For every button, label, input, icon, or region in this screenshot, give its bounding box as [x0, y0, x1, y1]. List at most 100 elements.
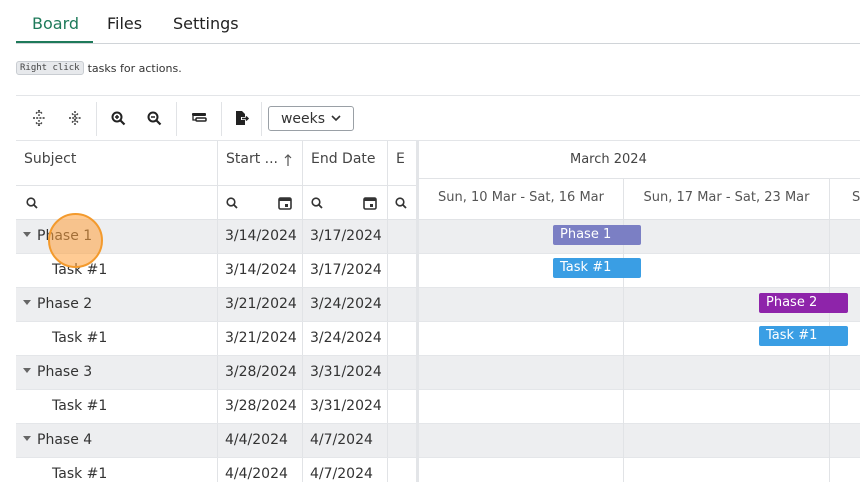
gantt-bar-task-2[interactable]: Task #1: [759, 326, 848, 346]
right-click-key: Right click: [16, 61, 84, 75]
table-row[interactable]: Task #1 4/4/2024 4/7/2024: [16, 458, 418, 482]
calendar-icon[interactable]: [363, 196, 377, 210]
extra-cell: [388, 220, 418, 253]
timeline-row: [419, 458, 860, 482]
table-row[interactable]: Phase 3 3/28/2024 3/31/2024: [16, 356, 418, 390]
end-date-filter[interactable]: [303, 186, 388, 220]
end-cell: 3/24/2024: [303, 322, 388, 355]
subject-cell: Phase 4: [16, 424, 218, 457]
start-cell: 3/21/2024: [218, 288, 303, 321]
expand-all-icon[interactable]: [28, 107, 50, 129]
zoom-level-select[interactable]: weeks: [268, 106, 354, 131]
table-row[interactable]: Task #1 3/14/2024 3/17/2024: [16, 254, 418, 288]
column-header-start[interactable]: Start ...: [218, 141, 303, 186]
table-row[interactable]: Task #1 3/21/2024 3/24/2024: [16, 322, 418, 356]
start-cell: 3/28/2024: [218, 390, 303, 423]
extra-cell: [388, 424, 418, 457]
active-tab-indicator: [16, 41, 93, 43]
context-menu-hint: Right click tasks for actions.: [16, 61, 182, 75]
end-cell: 4/7/2024: [303, 458, 388, 482]
caret-down-icon[interactable]: [23, 231, 31, 237]
start-cell: 4/4/2024: [218, 458, 303, 482]
extra-cell: [388, 458, 418, 482]
gantt-bar-phase-2[interactable]: Phase 2: [759, 293, 848, 313]
hint-text: tasks for actions.: [87, 61, 182, 75]
timeline-row: [419, 424, 860, 458]
column-header-end[interactable]: End Date: [303, 141, 388, 186]
search-icon: [395, 197, 407, 209]
extra-cell: [388, 254, 418, 287]
toolbar-separator: [96, 102, 97, 136]
search-icon: [311, 197, 323, 209]
collapse-all-icon[interactable]: [64, 107, 86, 129]
tab-files[interactable]: Files: [107, 14, 142, 33]
timeline-week-header: Sun, 10 Mar - Sat, 16 Mar Sun, 17 Mar - …: [419, 179, 860, 220]
subject-cell: Task #1: [16, 254, 218, 287]
subject-cell: Phase 2: [16, 288, 218, 321]
extra-filter[interactable]: [388, 186, 418, 220]
column-header-extra[interactable]: E: [388, 141, 418, 186]
subject-cell: Task #1: [16, 322, 218, 355]
end-cell: 3/24/2024: [303, 288, 388, 321]
week-label: Sun, 10 Mar - Sat, 16 Mar: [419, 179, 624, 220]
export-icon[interactable]: [231, 107, 253, 129]
caret-down-icon[interactable]: [23, 435, 31, 441]
grid-header: Subject Start ... End Date E: [16, 141, 418, 186]
grid-rows: Phase 1 3/14/2024 3/17/2024 Task #1 3/14…: [16, 220, 418, 482]
start-cell: 3/14/2024: [218, 254, 303, 287]
end-cell: 3/31/2024: [303, 356, 388, 389]
subject-cell: Task #1: [16, 458, 218, 482]
end-cell: 3/17/2024: [303, 254, 388, 287]
search-icon: [226, 197, 238, 209]
timeline-month-header: March 2024: [419, 141, 860, 179]
tab-settings[interactable]: Settings: [173, 14, 239, 33]
chevron-down-icon: [331, 115, 341, 122]
column-header-subject[interactable]: Subject: [16, 141, 218, 186]
start-date-filter[interactable]: [218, 186, 303, 220]
table-row[interactable]: Phase 4 4/4/2024 4/7/2024: [16, 424, 418, 458]
zoom-out-icon[interactable]: [143, 107, 165, 129]
sort-ascending-icon: [284, 154, 292, 166]
gantt-toolbar: weeks: [16, 95, 860, 141]
end-cell: 3/31/2024: [303, 390, 388, 423]
extra-cell: [388, 288, 418, 321]
start-cell: 4/4/2024: [218, 424, 303, 457]
month-label: March 2024: [570, 152, 647, 167]
gantt-bar-phase-1[interactable]: Phase 1: [553, 225, 641, 245]
timeline-row: [419, 390, 860, 424]
tab-board[interactable]: Board: [32, 14, 79, 33]
filter-row: [16, 186, 418, 220]
indent-icon[interactable]: [188, 107, 210, 129]
calendar-icon[interactable]: [278, 196, 292, 210]
week-label: S: [852, 190, 860, 205]
table-row[interactable]: Phase 2 3/21/2024 3/24/2024: [16, 288, 418, 322]
timeline-row: [419, 356, 860, 390]
subject-filter[interactable]: [16, 186, 218, 220]
toolbar-separator: [221, 102, 222, 136]
toolbar-separator: [261, 102, 262, 136]
end-cell: 4/7/2024: [303, 424, 388, 457]
gantt-timeline: March 2024 Sun, 10 Mar - Sat, 16 Mar Sun…: [419, 141, 860, 482]
toolbar-separator: [176, 102, 177, 136]
caret-down-icon[interactable]: [23, 367, 31, 373]
search-icon: [26, 197, 38, 209]
week-label: Sun, 17 Mar - Sat, 23 Mar: [624, 179, 830, 220]
subject-cell: Phase 1: [16, 220, 218, 253]
task-grid: Subject Start ... End Date E Phase 1 3/1…: [16, 141, 418, 482]
table-row[interactable]: Phase 1 3/14/2024 3/17/2024: [16, 220, 418, 254]
extra-cell: [388, 356, 418, 389]
end-cell: 3/17/2024: [303, 220, 388, 253]
gantt-bar-task-1[interactable]: Task #1: [553, 258, 641, 278]
start-cell: 3/28/2024: [218, 356, 303, 389]
zoom-in-icon[interactable]: [107, 107, 129, 129]
start-cell: 3/21/2024: [218, 322, 303, 355]
subject-cell: Phase 3: [16, 356, 218, 389]
table-row[interactable]: Task #1 3/28/2024 3/31/2024: [16, 390, 418, 424]
extra-cell: [388, 322, 418, 355]
zoom-level-value: weeks: [280, 110, 326, 127]
caret-down-icon[interactable]: [23, 299, 31, 305]
start-cell: 3/14/2024: [218, 220, 303, 253]
extra-cell: [388, 390, 418, 423]
tab-bar: Board Files Settings: [16, 0, 860, 44]
subject-cell: Task #1: [16, 390, 218, 423]
